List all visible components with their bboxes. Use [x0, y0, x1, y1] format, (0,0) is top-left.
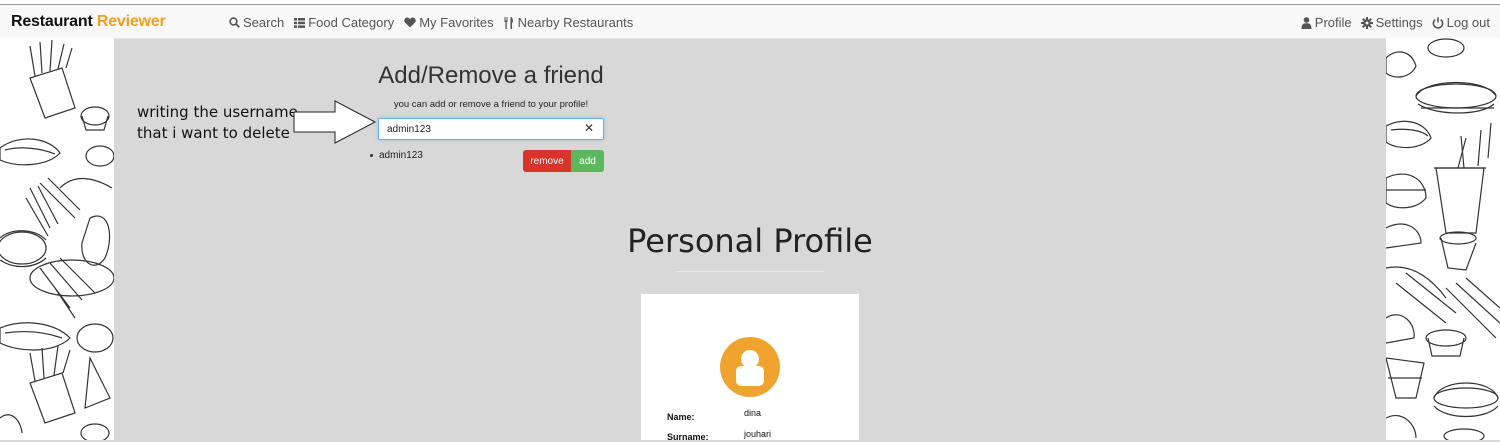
bullet-icon — [370, 153, 373, 157]
nav-left: Search Food Category My Favorites Nearby… — [229, 15, 633, 30]
friend-section-title: Add/Remove a friend — [378, 62, 604, 89]
clear-input-icon[interactable]: ✕ — [584, 121, 594, 135]
instruction-annotation: writing the username that i want to dele… — [137, 102, 298, 144]
name-label: Name: — [667, 412, 695, 422]
user-icon — [1301, 16, 1312, 29]
nav-settings[interactable]: Settings — [1360, 15, 1423, 30]
brand-part1: Restaurant — [11, 13, 93, 30]
nav-food-category-label: Food Category — [308, 15, 395, 30]
surname-label: Surname: — [667, 432, 709, 442]
power-icon — [1432, 16, 1444, 29]
list-item[interactable]: admin123 — [370, 150, 423, 161]
nav-food-category[interactable]: Food Category — [294, 15, 394, 30]
nav-nearby-label: Nearby Restaurants — [517, 15, 634, 30]
nav-logout[interactable]: Log out — [1432, 15, 1490, 30]
search-icon — [229, 17, 240, 28]
nav-favorites-label: My Favorites — [419, 15, 494, 30]
add-friend-button[interactable]: add — [571, 150, 604, 172]
nav-profile-label: Profile — [1314, 15, 1352, 30]
food-doodle-pattern-left — [0, 38, 114, 440]
nav-favorites[interactable]: My Favorites — [404, 15, 494, 30]
gear-icon — [1360, 16, 1373, 29]
nav-search-label: Search — [243, 15, 285, 30]
brand-logo[interactable]: Restaurant Reviewer — [11, 13, 166, 31]
nav-logout-label: Log out — [1446, 15, 1490, 30]
annotation-line-2: that i want to delete — [137, 124, 290, 142]
annotation-line-1: writing the username — [137, 103, 298, 121]
food-doodle-pattern-right — [1386, 38, 1500, 440]
heart-icon — [404, 17, 416, 28]
friend-list: admin123 — [370, 150, 423, 161]
profile-heading: Personal Profile — [627, 222, 873, 260]
cutlery-icon — [504, 16, 515, 29]
friend-list-item-label: admin123 — [379, 150, 423, 161]
nav-nearby[interactable]: Nearby Restaurants — [504, 15, 634, 30]
profile-divider — [676, 271, 824, 272]
user-avatar-icon — [736, 350, 764, 386]
surname-value: jouhari — [744, 429, 772, 439]
brand-part2: Reviewer — [96, 13, 166, 30]
nav-search[interactable]: Search — [229, 15, 284, 30]
nav-settings-label: Settings — [1375, 15, 1423, 30]
nav-profile[interactable]: Profile — [1301, 15, 1352, 30]
friend-section-subtitle: you can add or remove a friend to your p… — [393, 99, 589, 110]
nav-right: Profile Settings Log out — [1301, 15, 1490, 30]
friend-username-input[interactable] — [378, 118, 604, 140]
list-icon — [294, 17, 306, 28]
name-value: dina — [744, 408, 762, 418]
profile-card: Name: dina Surname: jouhari — [641, 294, 859, 442]
annotation-arrow-icon — [293, 100, 377, 144]
avatar — [720, 337, 780, 397]
remove-friend-button[interactable]: remove — [523, 150, 571, 172]
navbar: Restaurant Reviewer Search Food Category… — [0, 5, 1500, 39]
